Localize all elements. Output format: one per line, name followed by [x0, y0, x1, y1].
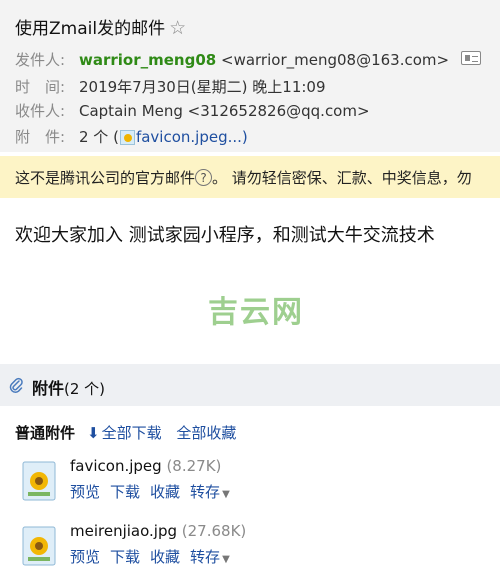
attachment-size: (8.27K) — [166, 457, 222, 475]
dropdown-caret-icon[interactable]: ▼ — [222, 554, 230, 565]
time-value: 2019年7月30日(星期二) 晚上11:09 — [79, 78, 326, 96]
normal-attachments-row: 普通附件 ⬇ 全部下载 全部收藏 — [15, 422, 236, 443]
image-file-icon — [22, 526, 56, 566]
download-link[interactable]: 下载 — [110, 483, 140, 501]
attachments-summary-label: 附 件: — [15, 128, 66, 146]
warning-advice: 。 请勿轻信密保、汇款、中奖信息，勿 — [212, 169, 472, 187]
attachment-actions: 预览 下载 收藏 转存 ▼ — [70, 546, 230, 567]
paperclip-icon — [9, 377, 23, 393]
favorite-all-link[interactable]: 全部收藏 — [176, 424, 236, 442]
attachment-size: (27.68K) — [181, 522, 247, 540]
to-label: 收件人: — [15, 102, 66, 120]
image-file-icon — [22, 461, 56, 501]
download-link[interactable]: 下载 — [110, 548, 140, 566]
star-icon[interactable]: ☆ — [169, 17, 186, 39]
image-thumbnail-icon — [119, 130, 135, 145]
preview-link[interactable]: 预览 — [70, 483, 100, 501]
attachments-count: (2 个) — [64, 380, 106, 398]
attachment-name[interactable]: meirenjiao.jpg — [70, 522, 177, 540]
time-row: 时 间: 2019年7月30日(星期二) 晚上11:09 — [15, 76, 326, 97]
sender-email: <warrior_meng08@163.com> — [221, 51, 450, 69]
attachments-header-bar: 附件(2 个) — [0, 364, 500, 406]
attachments-summary-row: 附 件: 2 个 ( favicon.jpeg...) — [15, 126, 248, 147]
forward-link[interactable]: 转存 — [190, 548, 220, 566]
attachment-name[interactable]: favicon.jpeg — [70, 457, 162, 475]
attachments-title-text: 附件 — [32, 379, 65, 398]
subject-text: 使用Zmail发的邮件 — [15, 19, 166, 39]
from-row: 发件人: warrior_meng08 <warrior_meng08@163.c… — [15, 49, 449, 70]
contact-card-icon[interactable] — [461, 51, 481, 65]
attachment-actions: 预览 下载 收藏 转存 ▼ — [70, 481, 230, 502]
attachment-name-row: meirenjiao.jpg (27.68K) — [70, 522, 246, 540]
security-warning-banner: 这不是腾讯公司的官方邮件?。 请勿轻信密保、汇款、中奖信息，勿 — [0, 156, 500, 198]
to-row: 收件人: Captain Meng <312652826@qq.com> — [15, 100, 370, 121]
attachments-summary-link[interactable]: favicon.jpeg...) — [136, 128, 248, 146]
time-label: 时 间: — [15, 78, 66, 96]
help-question-icon[interactable]: ? — [195, 169, 213, 186]
forward-link[interactable]: 转存 — [190, 483, 220, 501]
watermark-logo: 吉云网 — [208, 295, 304, 330]
download-arrow-icon: ⬇ — [87, 424, 100, 442]
sender-name[interactable]: warrior_meng08 — [79, 51, 216, 69]
attachments-summary-count: 2 个 ( — [79, 128, 119, 146]
email-body-text: 欢迎大家加入 测试家园小程序，和测试大牛交流技术 — [15, 225, 435, 246]
favorite-link[interactable]: 收藏 — [150, 483, 180, 501]
attachment-item: favicon.jpeg (8.27K) 预览 下载 收藏 转存 ▼ — [22, 457, 482, 509]
normal-attachments-label: 普通附件 — [15, 424, 76, 442]
attachments-title: 附件(2 个) — [32, 375, 105, 399]
attachment-name-row: favicon.jpeg (8.27K) — [70, 457, 221, 475]
dropdown-caret-icon[interactable]: ▼ — [222, 489, 230, 500]
favorite-link[interactable]: 收藏 — [150, 548, 180, 566]
warning-text: 这不是腾讯公司的官方邮件 — [15, 169, 196, 187]
email-header: 使用Zmail发的邮件 ☆ 发件人: warrior_meng08 <warrior… — [0, 0, 500, 152]
preview-link[interactable]: 预览 — [70, 548, 100, 566]
attachment-item: meirenjiao.jpg (27.68K) 预览 下载 收藏 转存 ▼ — [22, 522, 482, 574]
from-label: 发件人: — [15, 51, 66, 69]
email-subject: 使用Zmail发的邮件 ☆ — [15, 14, 186, 39]
download-all-link[interactable]: 全部下载 — [102, 424, 162, 442]
to-value: Captain Meng <312652826@qq.com> — [79, 102, 370, 120]
